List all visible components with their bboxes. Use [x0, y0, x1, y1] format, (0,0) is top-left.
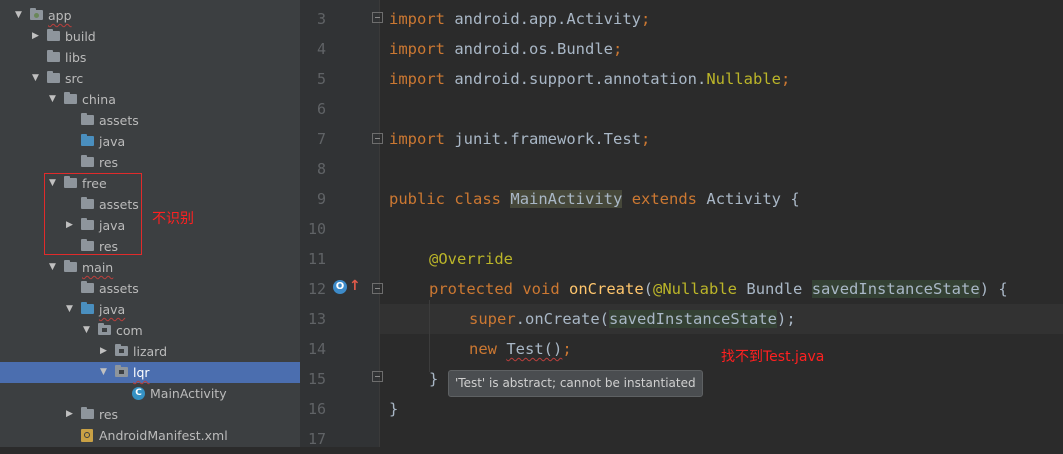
fold-marker-icon[interactable] [372, 12, 383, 23]
code-line-13: super.onCreate(savedInstanceState); [469, 310, 796, 328]
fold-marker-icon[interactable] [372, 371, 383, 382]
tree-item-res[interactable]: ▶ res [0, 404, 300, 425]
tree-item-label: lizard [133, 344, 168, 359]
folder-icon [47, 50, 60, 62]
code-line-12: protected void onCreate(@Nullable Bundle… [429, 280, 1008, 298]
tree-item-com[interactable]: ▼ com [0, 320, 300, 341]
line-number: 8 [316, 160, 326, 178]
package-icon [115, 344, 128, 356]
tree-item-label: res [99, 155, 119, 170]
folder-icon [64, 260, 77, 272]
tree-item-androidmanifest-xml[interactable]: AndroidManifest.xml [0, 425, 300, 446]
line-number: 17 [307, 430, 326, 448]
tree-item-label: app [48, 8, 72, 23]
folder-icon [47, 71, 60, 83]
chevron-right-icon[interactable]: ▶ [66, 404, 73, 425]
code-line-14: new Test(); [469, 340, 572, 358]
folder-icon [81, 302, 94, 314]
code-line-5: import android.support.annotation.Nullab… [389, 70, 791, 88]
code-line-4: import android.os.Bundle; [389, 40, 623, 58]
chevron-down-icon[interactable]: ▼ [49, 89, 56, 110]
chevron-down-icon[interactable]: ▼ [32, 68, 39, 89]
tree-item-main[interactable]: ▼ main [0, 257, 300, 278]
tree-item-mainactivity[interactable]: C MainActivity [0, 383, 300, 404]
tree-item-label: libs [65, 50, 87, 65]
line-number: 14 [307, 340, 326, 358]
folder-icon [81, 113, 94, 125]
tree-item-label: assets [99, 281, 139, 296]
line-number: 16 [307, 400, 326, 418]
tree-item-label: java [99, 302, 126, 317]
code-line-11: @Override [429, 250, 513, 268]
tree-item-src[interactable]: ▼ src [0, 68, 300, 89]
folder-icon [64, 92, 77, 104]
tree-item-label: assets [99, 113, 139, 128]
test-error-squiggle: Test() [506, 340, 563, 358]
java-class-icon: C [132, 387, 145, 400]
tree-item-label: java [99, 134, 126, 149]
tree-item-label: AndroidManifest.xml [99, 428, 228, 443]
tree-item-china[interactable]: ▼ china [0, 89, 300, 110]
tree-item-libs[interactable]: libs [0, 47, 300, 68]
line-number: 7 [316, 130, 326, 148]
package-icon [115, 365, 128, 377]
fold-marker-icon[interactable] [372, 283, 383, 294]
chevron-down-icon[interactable]: ▼ [100, 362, 107, 383]
chevron-down-icon[interactable]: ▼ [49, 257, 56, 278]
tree-item-label: com [116, 323, 143, 338]
line-number: 11 [307, 250, 326, 268]
tree-item-label: build [65, 29, 96, 44]
line-number: 12 [307, 280, 326, 298]
line-number: 3 [316, 10, 326, 28]
code-line-15: } [429, 370, 439, 388]
package-icon [98, 323, 111, 335]
tree-item-label: lqr [133, 365, 150, 380]
tree-item-label: res [99, 407, 119, 422]
free-flavor-highlight-box [44, 173, 142, 255]
error-tooltip: 'Test' is abstract; cannot be instantiat… [448, 370, 703, 397]
folder-icon [81, 407, 94, 419]
chevron-down-icon[interactable]: ▼ [66, 299, 73, 320]
chevron-down-icon[interactable]: ▼ [83, 320, 90, 341]
tree-item-lizard[interactable]: ▶ lizard [0, 341, 300, 362]
folder-icon [81, 134, 94, 146]
line-number: 13 [307, 310, 326, 328]
code-line-9: public class MainActivity extends Activi… [389, 190, 800, 208]
tree-item-label: src [65, 71, 84, 86]
tree-item-app[interactable]: ▼ app [0, 5, 300, 26]
tree-item-assets[interactable]: assets [0, 110, 300, 131]
chevron-down-icon[interactable]: ▼ [15, 5, 22, 26]
folder-icon [47, 29, 60, 41]
tree-item-res[interactable]: res [0, 152, 300, 173]
line-number: 15 [307, 370, 326, 388]
tree-item-java[interactable]: ▼ java [0, 299, 300, 320]
tree-item-label: main [82, 260, 114, 275]
line-number: 4 [316, 40, 326, 58]
tree-item-label: MainActivity [150, 386, 227, 401]
tree-item-java[interactable]: java [0, 131, 300, 152]
free-flavor-note: 不识别 [152, 211, 194, 227]
chevron-right-icon[interactable]: ▶ [100, 341, 107, 362]
code-line-3: import android.app.Activity; [389, 10, 651, 28]
tree-item-lqr[interactable]: ▼ lqr [0, 362, 300, 383]
indent-guide [429, 300, 430, 372]
override-method-icon[interactable]: O [333, 280, 347, 294]
module-icon [30, 8, 43, 20]
line-number: 6 [316, 100, 326, 118]
code-line-7: import junit.framework.Test; [389, 130, 651, 148]
tree-item-label: china [82, 92, 116, 107]
test-not-found-note: 找不到Test.java [721, 349, 825, 365]
go-to-super-arrow-icon[interactable]: ↑ [349, 278, 361, 294]
line-number: 9 [316, 190, 326, 208]
tree-item-assets[interactable]: assets [0, 278, 300, 299]
line-number: 5 [316, 70, 326, 88]
tree-item-build[interactable]: ▶ build [0, 26, 300, 47]
manifest-file-icon [81, 429, 93, 442]
folder-icon [81, 281, 94, 293]
line-number: 10 [307, 220, 326, 238]
chevron-right-icon[interactable]: ▶ [32, 26, 39, 47]
fold-marker-icon[interactable] [372, 133, 383, 144]
folder-icon [81, 155, 94, 167]
code-line-16: } [389, 400, 399, 418]
